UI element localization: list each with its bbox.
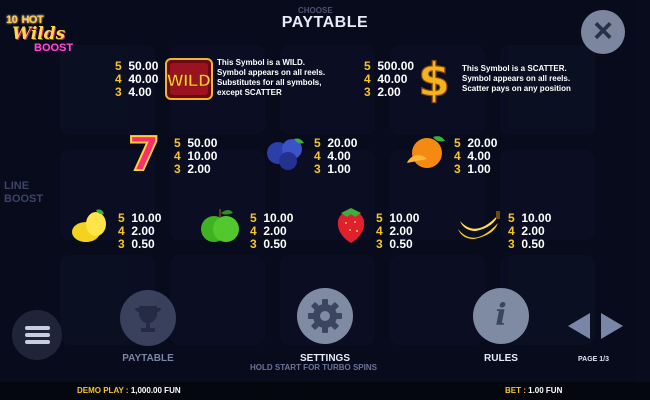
wild-desc-line: This Symbol is a WILD. (217, 58, 306, 67)
trophy-icon (135, 306, 161, 332)
pay-value: 10.00 (389, 211, 420, 225)
hold-hint: HOLD START FOR TURBO SPINS (250, 363, 377, 372)
scatter-paytable: 5 500.00 4 40.00 3 2.00 (364, 60, 414, 99)
pay-value: 2.00 (187, 162, 211, 176)
pay-value: 0.50 (263, 237, 287, 251)
pay-value: 2.00 (131, 224, 155, 238)
pay-count: 3 (314, 162, 321, 176)
pay-value: 500.00 (377, 59, 415, 73)
pay-value: 10.00 (263, 211, 294, 225)
pay-value: 4.00 (467, 149, 491, 163)
settings-button[interactable] (297, 288, 353, 344)
menu-icon-bar (25, 333, 50, 337)
pay-count: 3 (376, 237, 383, 251)
wild-symbol-icon: WILD (165, 58, 213, 100)
page-title: PAYTABLE (281, 14, 369, 31)
seven-symbol-icon: 7 (127, 128, 161, 176)
demo-balance: DEMO PLAY : 1,000.00 FUN (77, 386, 181, 395)
wild-symbol-label: WILD (167, 71, 210, 90)
orange-paytable: 5 20.00 4 4.00 3 1.00 (454, 137, 497, 176)
pay-value: 20.00 (327, 136, 358, 150)
rules-button[interactable]: i (473, 288, 529, 344)
blueberry-symbol-icon (267, 138, 304, 170)
pay-value: 0.50 (521, 237, 545, 251)
scatter-symbol-label: $ (418, 53, 450, 104)
wild-paytable: 5 50.00 4 40.00 3 4.00 (115, 60, 158, 99)
pay-count: 3 (115, 85, 122, 99)
wild-desc-line: Substitutes for all symbols, (217, 78, 322, 87)
menu-icon-bar (25, 340, 50, 344)
pay-value: 50.00 (128, 59, 159, 73)
pay-count: 3 (454, 162, 461, 176)
demo-label: DEMO PLAY : (77, 386, 129, 395)
scatter-symbol-icon: $ (417, 52, 450, 104)
gear-icon (308, 299, 342, 333)
apple-paytable: 5 10.00 4 2.00 3 0.50 (250, 212, 293, 251)
scatter-desc-line: Scatter pays on any position (462, 84, 571, 93)
scatter-description: This Symbol is a SCATTER. Symbol appears… (462, 64, 571, 94)
paytable-button-label: PAYTABLE (122, 353, 174, 364)
paytable-button[interactable] (120, 290, 176, 346)
pay-count: 3 (250, 237, 257, 251)
pay-value: 10.00 (521, 211, 552, 225)
menu-button[interactable] (12, 310, 62, 360)
pay-value: 4.00 (128, 85, 152, 99)
wild-desc-line: Symbol appears on all reels. (217, 68, 326, 77)
pay-value: 2.00 (389, 224, 413, 238)
wild-desc-line: except SCATTER (217, 88, 282, 97)
seven-symbol-label: 7 (128, 128, 160, 176)
pay-value: 2.00 (521, 224, 545, 238)
pay-value: 10.00 (131, 211, 162, 225)
close-icon: × (593, 12, 613, 50)
menu-icon-bar (25, 326, 50, 330)
pay-count: 3 (118, 237, 125, 251)
pay-value: 4.00 (327, 149, 351, 163)
banana-paytable: 5 10.00 4 2.00 3 0.50 (508, 212, 551, 251)
lemon-paytable: 5 10.00 4 2.00 3 0.50 (118, 212, 161, 251)
pay-count: 3 (364, 85, 371, 99)
orange-symbol-icon (407, 136, 445, 168)
strawberry-symbol-icon (337, 208, 365, 243)
close-button[interactable]: × (581, 10, 625, 54)
pay-value: 1.00 (467, 162, 491, 176)
wild-description: This Symbol is a WILD. Symbol appears on… (217, 58, 325, 98)
rules-button-label: RULES (484, 353, 518, 364)
pay-value: 2.00 (263, 224, 287, 238)
prev-page-arrow-icon[interactable] (568, 313, 590, 339)
banana-symbol-icon (458, 211, 500, 239)
scatter-desc-line: This Symbol is a SCATTER. (462, 64, 567, 73)
blueberry-paytable: 5 20.00 4 4.00 3 1.00 (314, 137, 357, 176)
pay-value: 2.00 (377, 85, 401, 99)
pay-value: 40.00 (377, 72, 408, 86)
pay-count: 3 (174, 162, 181, 176)
pay-value: 0.50 (131, 237, 155, 251)
seven-paytable: 5 50.00 4 10.00 3 2.00 (174, 137, 217, 176)
scatter-desc-line: Symbol appears on all reels. (462, 74, 571, 83)
demo-value: 1,000.00 FUN (130, 386, 181, 395)
pay-count: 3 (508, 237, 515, 251)
strawberry-paytable: 5 10.00 4 2.00 3 0.50 (376, 212, 419, 251)
lemon-symbol-icon (72, 209, 106, 242)
pay-value: 10.00 (187, 149, 218, 163)
line-boost-label: LINE BOOST (4, 180, 44, 205)
apple-symbol-icon (201, 209, 239, 242)
bet-label: BET : (505, 386, 526, 395)
bet-value: 1.00 FUN (528, 386, 563, 395)
pay-value: 20.00 (467, 136, 498, 150)
next-page-arrow-icon[interactable] (601, 313, 623, 339)
page-indicator: PAGE 1/3 (578, 356, 609, 363)
pay-value: 0.50 (389, 237, 413, 251)
info-icon: i (495, 298, 507, 333)
pay-value: 1.00 (327, 162, 351, 176)
logo-boost: BOOST (34, 42, 74, 54)
bet-display: BET : 1.00 FUN (505, 386, 562, 395)
pay-value: 50.00 (187, 136, 218, 150)
pay-value: 40.00 (128, 72, 159, 86)
